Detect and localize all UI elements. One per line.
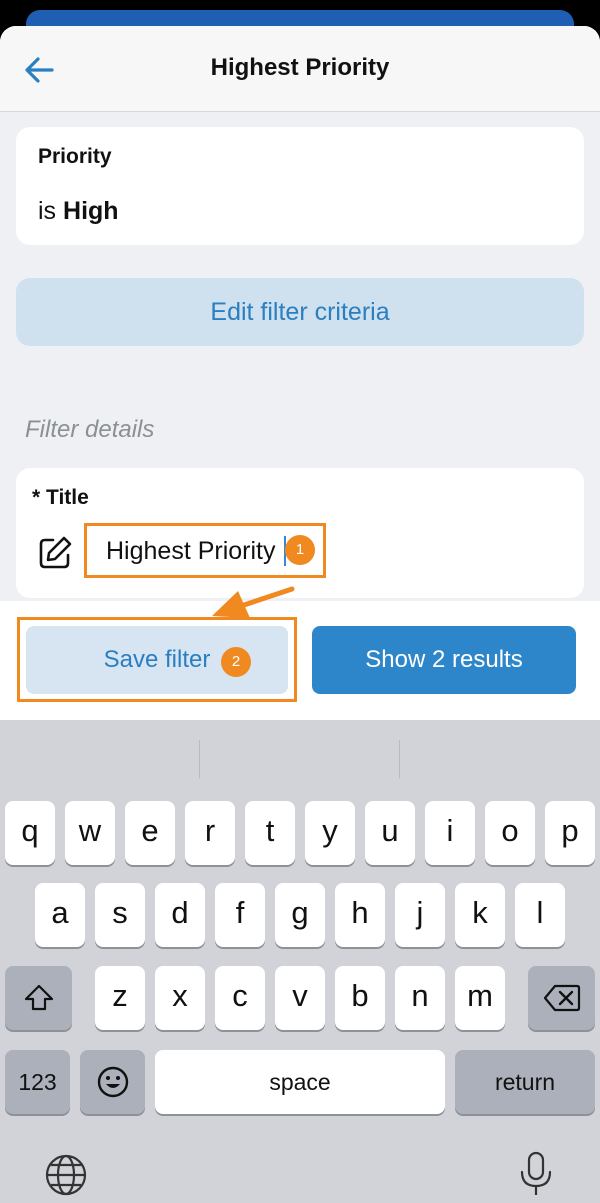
filter-sheet: Highest Priority Priority is High Edit f… <box>0 26 600 720</box>
key-o[interactable]: o <box>485 801 535 865</box>
highlight-save-filter <box>17 617 297 702</box>
shift-icon[interactable] <box>5 966 72 1030</box>
key-a[interactable]: a <box>35 883 85 947</box>
key-h[interactable]: h <box>335 883 385 947</box>
step-badge-2: 2 <box>221 647 251 677</box>
globe-icon[interactable] <box>44 1153 88 1197</box>
key-u[interactable]: u <box>365 801 415 865</box>
key-f[interactable]: f <box>215 883 265 947</box>
key-e[interactable]: e <box>125 801 175 865</box>
key-s[interactable]: s <box>95 883 145 947</box>
key-x[interactable]: x <box>155 966 205 1030</box>
key-q[interactable]: q <box>5 801 55 865</box>
emoji-icon[interactable] <box>80 1050 145 1114</box>
key-w[interactable]: w <box>65 801 115 865</box>
page-title: Highest Priority <box>210 54 390 81</box>
key-j[interactable]: j <box>395 883 445 947</box>
key-m[interactable]: m <box>455 966 505 1030</box>
pencil-edit-icon <box>36 534 74 572</box>
key-i[interactable]: i <box>425 801 475 865</box>
key-v[interactable]: v <box>275 966 325 1030</box>
key-p[interactable]: p <box>545 801 595 865</box>
key-n[interactable]: n <box>395 966 445 1030</box>
backspace-icon[interactable] <box>528 966 595 1030</box>
key-k[interactable]: k <box>455 883 505 947</box>
key-l[interactable]: l <box>515 883 565 947</box>
numbers-key[interactable]: 123 <box>5 1050 70 1114</box>
key-r[interactable]: r <box>185 801 235 865</box>
key-z[interactable]: z <box>95 966 145 1030</box>
key-d[interactable]: d <box>155 883 205 947</box>
criteria-condition: is High <box>38 197 119 226</box>
key-c[interactable]: c <box>215 966 265 1030</box>
criteria-card: Priority is High <box>16 127 584 245</box>
space-key[interactable]: space <box>155 1050 445 1114</box>
key-g[interactable]: g <box>275 883 325 947</box>
on-screen-keyboard: q w e r t y u i o p a s d f g h j k l z … <box>0 720 600 1203</box>
microphone-icon[interactable] <box>516 1150 556 1198</box>
suggestion-divider <box>399 740 400 778</box>
title-field-label: * Title <box>32 486 89 509</box>
return-key[interactable]: return <box>455 1050 595 1114</box>
show-results-button[interactable]: Show 2 results <box>312 626 576 694</box>
key-y[interactable]: y <box>305 801 355 865</box>
step-badge-1: 1 <box>285 535 315 565</box>
criteria-value: High <box>63 197 119 225</box>
criteria-operator: is <box>38 197 57 225</box>
edit-filter-criteria-button[interactable]: Edit filter criteria <box>16 278 584 346</box>
suggestion-divider <box>199 740 200 778</box>
sheet-header: Highest Priority <box>0 26 600 112</box>
key-b[interactable]: b <box>335 966 385 1030</box>
filter-details-heading: Filter details <box>25 416 155 443</box>
key-t[interactable]: t <box>245 801 295 865</box>
criteria-field-label: Priority <box>38 145 112 168</box>
